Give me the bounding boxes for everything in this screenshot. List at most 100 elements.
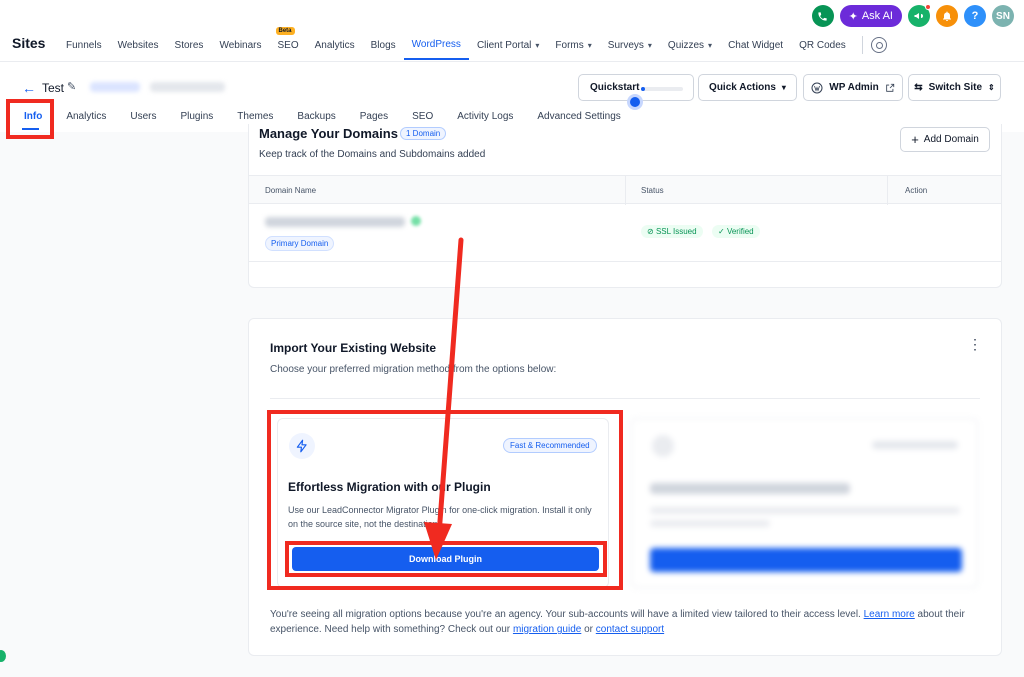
edit-pencil-icon[interactable]: ✎ [67, 80, 76, 93]
agency-footnote: You're seeing all migration options beca… [270, 607, 980, 637]
megaphone-icon [914, 13, 923, 19]
nav-item-websites[interactable]: Websites [110, 30, 167, 60]
notification-dot [925, 4, 931, 10]
table-divider [249, 261, 1001, 262]
migration-guide-link[interactable]: migration guide [513, 624, 581, 635]
wp-admin-button[interactable]: WP Admin [803, 74, 903, 101]
tab-plugins[interactable]: Plugins [168, 105, 225, 127]
more-options-icon[interactable]: ⋮ [968, 336, 982, 352]
blurred-option-text [650, 520, 770, 527]
nav-item-surveys[interactable]: Surveys ▾ [600, 30, 660, 60]
nav-label: Chat Widget [728, 39, 784, 51]
switch-site-label: Switch Site [928, 82, 983, 93]
switch-icon: ⇆ [914, 82, 923, 93]
nav-item-analytics[interactable]: Analytics [307, 30, 363, 60]
top-navigation-bar: Sites Funnels Websites Stores Webinars B… [0, 0, 1024, 62]
nav-item-stores[interactable]: Stores [167, 30, 212, 60]
nav-item-client-portal[interactable]: Client Portal ▾ [469, 30, 547, 60]
footnote-text: You're seeing all migration options beca… [270, 609, 861, 620]
bell-icon [943, 11, 951, 21]
nav-label: Funnels [66, 39, 102, 51]
wp-admin-label: WP Admin [829, 82, 879, 93]
blurred-domain-status-dot [411, 216, 421, 226]
top-actions: ✦ Ask AI ? SN [811, 4, 1014, 27]
phone-button[interactable] [811, 5, 834, 27]
chevron-down-icon: ▾ [708, 40, 713, 50]
column-status: Status [641, 186, 664, 195]
nav-item-webinars[interactable]: Webinars [211, 30, 269, 60]
main-nav: Funnels Websites Stores Webinars Beta SEO… [58, 27, 887, 60]
domains-title: Manage Your Domains [259, 126, 398, 141]
chevron-down-icon: ▾ [647, 40, 652, 50]
nav-label: Blogs [370, 39, 396, 51]
switch-site-button[interactable]: ⇆ Switch Site ⇕ [908, 74, 1001, 101]
chevron-down-icon: ▾ [587, 40, 592, 50]
blurred-site-id [90, 82, 140, 92]
domains-subtitle: Keep track of the Domains and Subdomains… [259, 149, 486, 160]
nav-item-seo[interactable]: Beta SEO [270, 27, 307, 60]
blurred-assisted-migration-option[interactable] [631, 418, 978, 588]
blurred-option-button[interactable] [650, 548, 962, 572]
column-action: Action [905, 186, 928, 195]
quickstart-progress-fill [641, 87, 645, 91]
annotation-highlight-download-button [285, 541, 607, 577]
plus-icon: + [911, 132, 919, 147]
check-circle-icon: ⊘ [647, 227, 654, 236]
announcements-button[interactable] [908, 4, 931, 27]
nav-label: Analytics [314, 39, 355, 51]
tab-users[interactable]: Users [118, 105, 168, 127]
app-brand: Sites [12, 35, 46, 51]
external-link-icon [885, 83, 894, 92]
blurred-option-title [650, 483, 850, 494]
back-arrow-icon[interactable]: ← [22, 80, 36, 96]
nav-label: SEO [277, 39, 299, 51]
column-divider [887, 176, 888, 205]
nav-item-funnels[interactable]: Funnels [58, 30, 110, 60]
column-domain-name: Domain Name [265, 186, 317, 195]
import-subtitle: Choose your preferred migration method f… [270, 364, 557, 375]
nav-item-quizzes[interactable]: Quizzes ▾ [660, 30, 720, 60]
user-avatar[interactable]: SN [992, 5, 1014, 27]
quick-actions-label: Quick Actions [709, 82, 776, 93]
blurred-site-detail [150, 82, 225, 92]
quickstart-label: Quickstart [590, 82, 640, 93]
nav-label: QR Codes [799, 39, 846, 51]
nav-label: Stores [174, 39, 204, 51]
phone-icon [818, 11, 827, 21]
contact-support-link[interactable]: contact support [596, 624, 664, 635]
nav-label: Surveys [607, 39, 644, 51]
footnote-text: or [584, 624, 593, 635]
blurred-option-icon [652, 435, 674, 457]
verified-status-badge: ✓ Verified [712, 225, 760, 238]
help-icon: ? [971, 10, 979, 22]
notifications-button[interactable] [936, 5, 958, 27]
ask-ai-button[interactable]: ✦ Ask AI [839, 5, 902, 27]
settings-gear-icon[interactable] [870, 37, 887, 53]
ask-ai-label: Ask AI [861, 10, 893, 22]
nav-label: Forms [555, 39, 584, 51]
quick-actions-button[interactable]: Quick Actions ▾ [698, 74, 797, 101]
nav-item-chat-widget[interactable]: Chat Widget [720, 30, 791, 60]
nav-item-forms[interactable]: Forms ▾ [547, 30, 599, 60]
quickstart-progress-track [641, 87, 683, 91]
nav-divider [861, 36, 863, 54]
domains-table-header: Domain Name Status Action [249, 175, 1001, 205]
blurred-option-tag [872, 441, 958, 449]
ssl-status-badge: ⊘ SSL Issued [641, 225, 703, 238]
chevron-updown-icon: ⇕ [988, 83, 995, 92]
import-title: Import Your Existing Website [270, 341, 437, 355]
sparkle-icon: ✦ [848, 10, 858, 23]
tab-analytics[interactable]: Analytics [54, 105, 118, 127]
add-domain-button[interactable]: + Add Domain [900, 127, 990, 152]
avatar-initials: SN [996, 10, 1010, 22]
help-button[interactable]: ? [964, 5, 986, 27]
column-divider [625, 176, 626, 205]
nav-item-qr-codes[interactable]: QR Codes [791, 30, 854, 60]
primary-domain-badge: Primary Domain [265, 236, 335, 251]
chevron-down-icon: ▾ [781, 83, 786, 92]
nav-item-blogs[interactable]: Blogs [363, 30, 404, 60]
chevron-down-icon: ▾ [535, 40, 540, 50]
learn-more-link[interactable]: Learn more [864, 609, 915, 620]
nav-item-wordpress[interactable]: WordPress [403, 30, 469, 60]
beta-badge: Beta [275, 27, 295, 35]
